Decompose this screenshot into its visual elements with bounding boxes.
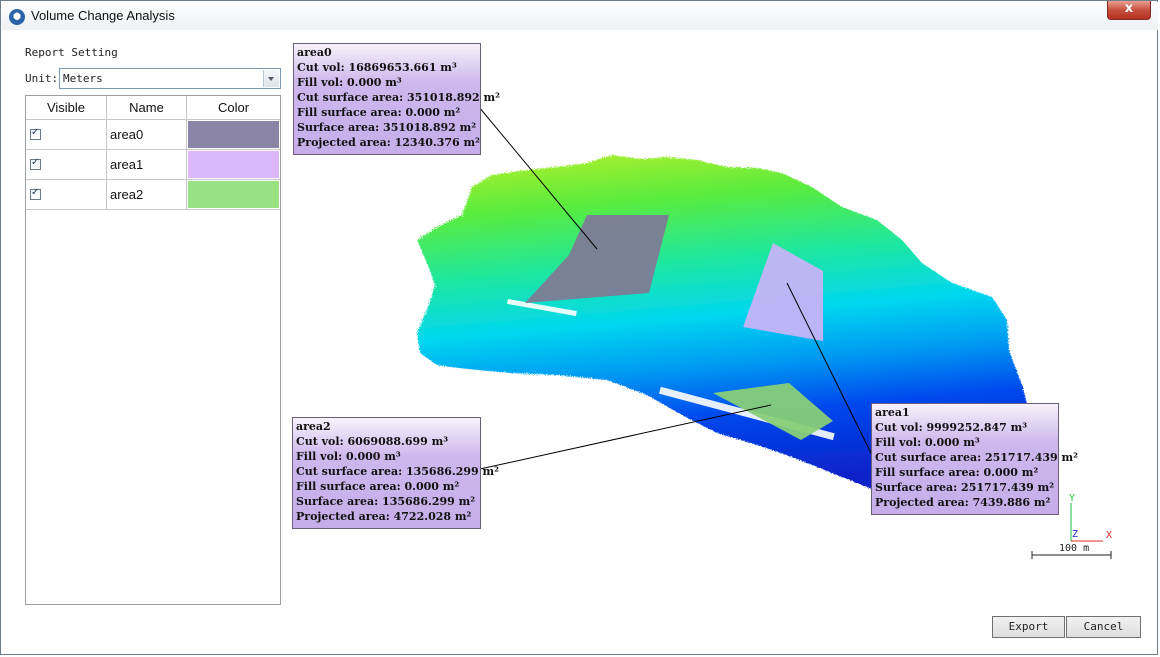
panel-fill-vol: Fill vol: 0.000 m³ bbox=[875, 436, 980, 449]
chevron-down-icon[interactable] bbox=[263, 70, 279, 87]
cancel-button[interactable]: Cancel bbox=[1066, 616, 1141, 638]
panel-cut-vol: Cut vol: 16869653.661 m³ bbox=[297, 61, 457, 74]
close-button[interactable]: x bbox=[1107, 1, 1151, 20]
report-setting-heading: Report Setting bbox=[25, 46, 118, 59]
unit-select[interactable]: Meters bbox=[59, 68, 281, 89]
panel-projected-area: Projected area: 12340.376 m² bbox=[297, 136, 480, 149]
area2-leader-line bbox=[479, 404, 772, 470]
area-table: Visible Name Color area0 area1 area2 bbox=[25, 95, 281, 605]
area-name[interactable]: area2 bbox=[110, 187, 143, 202]
panel-surface-area: Surface area: 135686.299 m² bbox=[296, 495, 476, 508]
panel-cut-surface-area: Cut surface area: 135686.299 m² bbox=[296, 465, 499, 478]
area0-info-panel: area0 Cut vol: 16869653.661 m³ Fill vol:… bbox=[293, 43, 500, 155]
x-axis-label: X bbox=[1106, 530, 1113, 541]
unit-select-value: Meters bbox=[63, 72, 103, 85]
z-axis-label: Z bbox=[1072, 529, 1079, 540]
visible-checkbox[interactable] bbox=[30, 187, 41, 200]
window-title: Volume Change Analysis bbox=[31, 8, 175, 23]
y-axis-label: Y bbox=[1069, 493, 1076, 504]
column-header-visible[interactable]: Visible bbox=[26, 96, 107, 120]
area-name[interactable]: area0 bbox=[110, 127, 143, 142]
panel-area-name: area1 bbox=[875, 406, 910, 419]
point-cloud-viewport[interactable]: area0 Cut vol: 16869653.661 m³ Fill vol:… bbox=[287, 35, 1149, 605]
unit-label: Unit: bbox=[25, 72, 59, 85]
area-name[interactable]: area1 bbox=[110, 157, 143, 172]
panel-fill-surface-area: Fill surface area: 0.000 m² bbox=[875, 466, 1039, 479]
title-bar[interactable]: Volume Change Analysis bbox=[2, 2, 1158, 30]
panel-fill-surface-area: Fill surface area: 0.000 m² bbox=[296, 480, 460, 493]
panel-projected-area: Projected area: 4722.028 m² bbox=[296, 510, 472, 523]
color-swatch[interactable] bbox=[188, 181, 279, 208]
panel-area-name: area0 bbox=[297, 46, 332, 59]
panel-cut-vol: Cut vol: 9999252.847 m³ bbox=[875, 421, 1028, 434]
panel-fill-surface-area: Fill surface area: 0.000 m² bbox=[297, 106, 461, 119]
color-swatch[interactable] bbox=[188, 151, 279, 178]
scale-bar-label: 100 m bbox=[1059, 543, 1090, 554]
area2-info-panel: area2 Cut vol: 6069088.699 m³ Fill vol: … bbox=[292, 417, 499, 529]
visible-checkbox[interactable] bbox=[30, 127, 41, 140]
panel-cut-surface-area: Cut surface area: 251717.439 m² bbox=[875, 451, 1078, 464]
export-button[interactable]: Export bbox=[992, 616, 1065, 638]
visible-checkbox[interactable] bbox=[30, 157, 41, 170]
column-header-color[interactable]: Color bbox=[187, 96, 280, 120]
dialog-window: Volume Change Analysis x Report Setting … bbox=[0, 0, 1158, 655]
panel-cut-vol: Cut vol: 6069088.699 m³ bbox=[296, 435, 449, 448]
close-icon: x bbox=[1124, 1, 1134, 16]
app-logo-icon bbox=[9, 9, 25, 25]
panel-area-name: area2 bbox=[296, 420, 331, 433]
color-swatch[interactable] bbox=[188, 121, 279, 148]
panel-cut-surface-area: Cut surface area: 351018.892 m² bbox=[297, 91, 500, 104]
column-header-name[interactable]: Name bbox=[107, 96, 187, 120]
panel-fill-vol: Fill vol: 0.000 m³ bbox=[296, 450, 401, 463]
panel-fill-vol: Fill vol: 0.000 m³ bbox=[297, 76, 402, 89]
panel-surface-area: Surface area: 351018.892 m² bbox=[297, 121, 477, 134]
